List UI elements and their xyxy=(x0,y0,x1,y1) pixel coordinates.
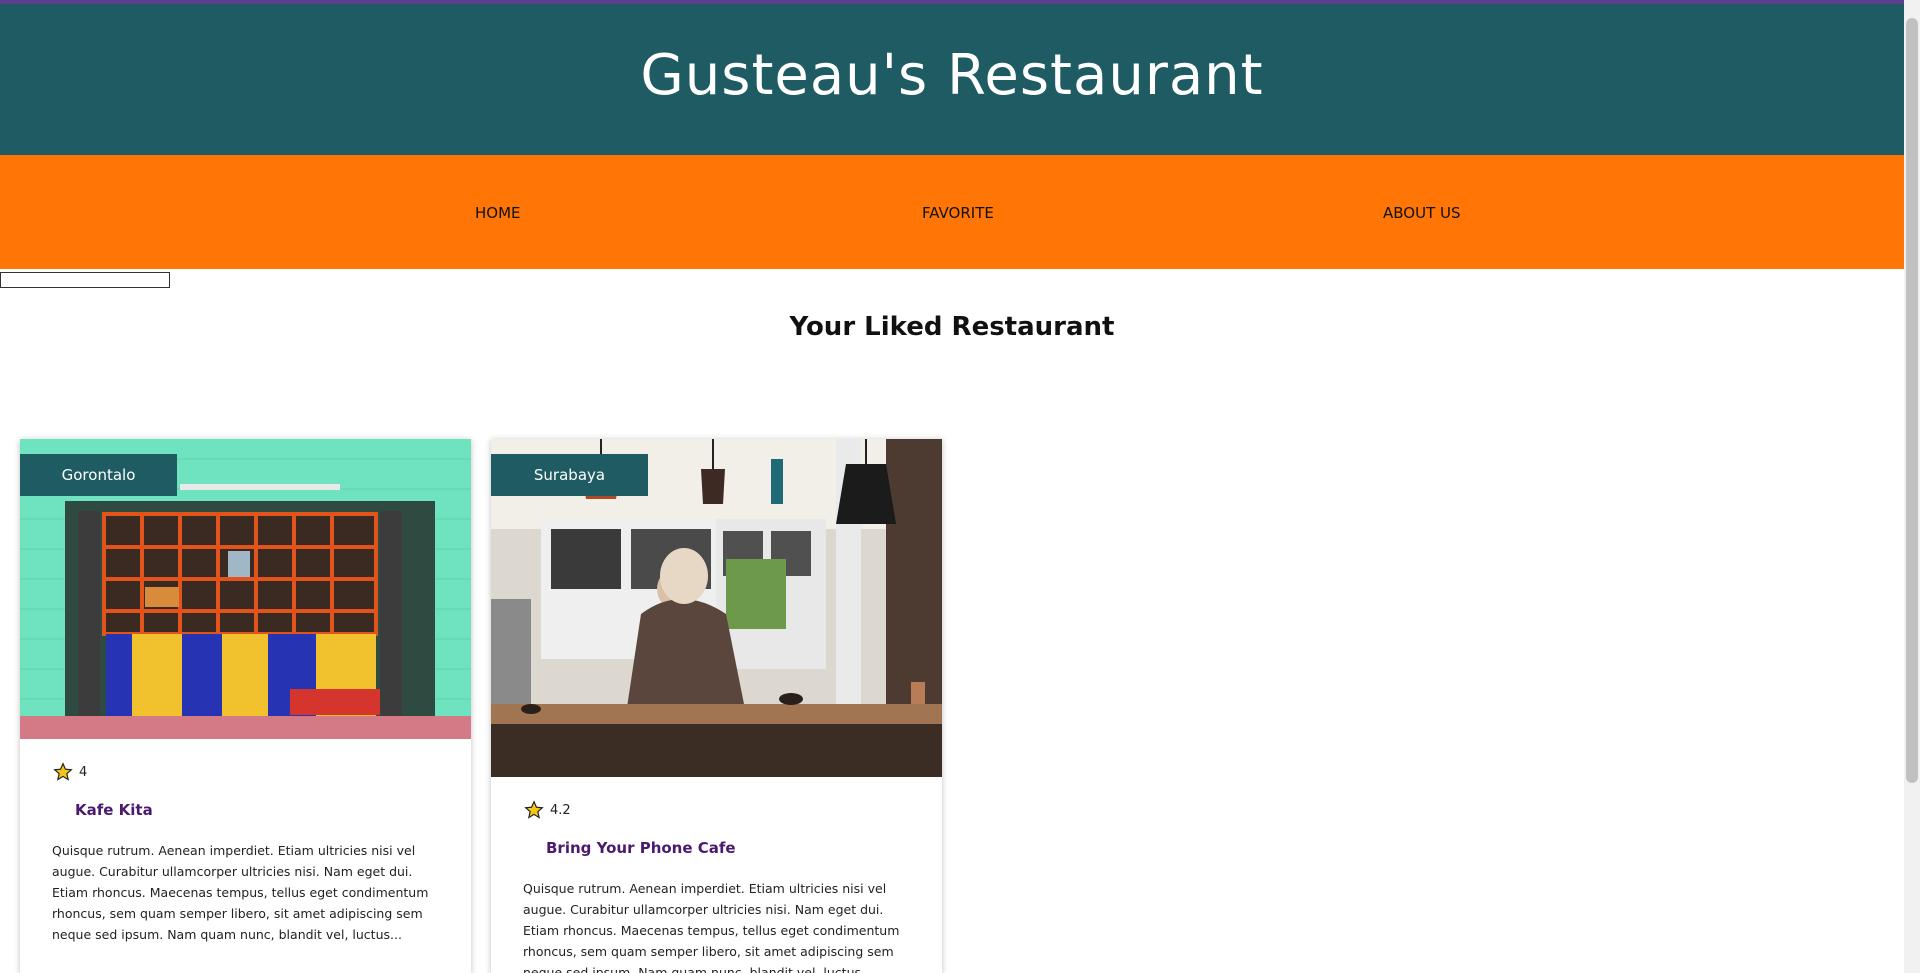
scrollbar[interactable] xyxy=(1904,0,1920,973)
nav-link-about-us[interactable]: ABOUT US xyxy=(1383,204,1461,222)
restaurant-description: Quisque rutrum. Aenean imperdiet. Etiam … xyxy=(52,843,429,942)
skip-input-box[interactable] xyxy=(0,272,170,288)
main-nav: HOME FAVORITE ABOUT US xyxy=(0,155,1904,269)
city-badge: Surabaya xyxy=(491,454,648,496)
nav-link-favorite[interactable]: FAVORITE xyxy=(922,204,994,222)
rating: 4.2 xyxy=(524,800,571,820)
liked-restaurant-title: Your Liked Restaurant xyxy=(789,312,1115,342)
scrollbar-thumb[interactable] xyxy=(1906,18,1918,783)
restaurant-name[interactable]: Bring Your Phone Cafe xyxy=(546,839,736,857)
star-icon xyxy=(53,762,73,781)
rating-value: 4.2 xyxy=(550,802,571,818)
nav-link-home[interactable]: HOME xyxy=(475,204,521,222)
restaurant-name[interactable]: Kafe Kita xyxy=(75,801,153,819)
restaurant-image: Surabaya xyxy=(491,439,942,777)
restaurant-card[interactable]: Surabaya 4.2 Bring Your Phone Cafe Quisq… xyxy=(491,439,942,973)
site-title: Gusteau's Restaurant xyxy=(640,43,1264,108)
star-icon xyxy=(524,800,544,819)
site-header: Gusteau's Restaurant xyxy=(0,4,1904,155)
city-badge: Gorontalo xyxy=(20,454,177,496)
rating-value: 4 xyxy=(79,764,88,780)
restaurant-card[interactable]: Gorontalo 4 Kafe Kita Quisque rutrum. Ae… xyxy=(20,439,471,973)
rating: 4 xyxy=(53,762,87,782)
restaurant-image: Gorontalo xyxy=(20,439,471,739)
restaurant-description: Quisque rutrum. Aenean imperdiet. Etiam … xyxy=(523,881,900,973)
